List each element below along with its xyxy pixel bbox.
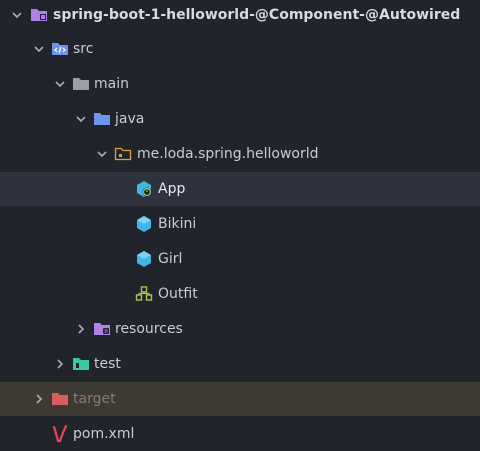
tree-row-root[interactable]: spring-boot-1-helloworld-@Component-@Aut… [0, 0, 480, 32]
tree-row-pom[interactable]: pom.xml [0, 417, 480, 451]
class-label-app: App [158, 181, 186, 197]
folder-icon [72, 75, 90, 93]
tree-row-resources[interactable]: resources [0, 312, 480, 346]
test-folder-icon [72, 355, 90, 373]
class-icon [135, 215, 153, 233]
module-folder-icon [30, 6, 48, 24]
interface-icon [135, 285, 153, 303]
tree-row-outfit[interactable]: Outfit [0, 277, 480, 311]
tree-row-src[interactable]: src [0, 32, 480, 66]
folder-label-main: main [94, 76, 129, 92]
folder-label-src: src [73, 41, 94, 57]
excluded-folder-icon [51, 390, 69, 408]
chevron-right-icon[interactable] [53, 357, 67, 371]
folder-label-target: target [73, 391, 116, 407]
tree-row-app[interactable]: App [0, 172, 480, 206]
chevron-down-icon[interactable] [10, 8, 24, 22]
tree-row-target[interactable]: target [0, 382, 480, 416]
tree-row-girl[interactable]: Girl [0, 242, 480, 276]
tree-row-test[interactable]: test [0, 347, 480, 381]
file-label-pom: pom.xml [73, 426, 135, 442]
resources-folder-icon [93, 320, 111, 338]
tree-row-java[interactable]: java [0, 102, 480, 136]
folder-label-java: java [115, 111, 145, 127]
folder-label-test: test [94, 356, 121, 372]
spring-class-icon [135, 180, 153, 198]
chevron-down-icon[interactable] [32, 42, 46, 56]
tree-row-bikini[interactable]: Bikini [0, 207, 480, 241]
class-label-girl: Girl [158, 251, 183, 267]
chevron-down-icon[interactable] [74, 112, 88, 126]
project-root-label: spring-boot-1-helloworld-@Component-@Aut… [53, 7, 461, 23]
package-label: me.loda.spring.helloworld [137, 146, 319, 162]
interface-label-outfit: Outfit [158, 286, 198, 302]
project-tree: spring-boot-1-helloworld-@Component-@Aut… [0, 0, 480, 451]
folder-label-resources: resources [115, 321, 183, 337]
folder-icon [93, 110, 111, 128]
class-icon [135, 250, 153, 268]
chevron-down-icon[interactable] [95, 147, 109, 161]
tree-row-main[interactable]: main [0, 67, 480, 101]
class-label-bikini: Bikini [158, 216, 197, 232]
chevron-down-icon[interactable] [53, 77, 67, 91]
maven-icon [51, 425, 69, 443]
chevron-right-icon[interactable] [32, 392, 46, 406]
tree-row-package[interactable]: me.loda.spring.helloworld [0, 137, 480, 171]
source-folder-icon [51, 40, 69, 58]
chevron-right-icon[interactable] [74, 322, 88, 336]
package-icon [114, 145, 132, 163]
